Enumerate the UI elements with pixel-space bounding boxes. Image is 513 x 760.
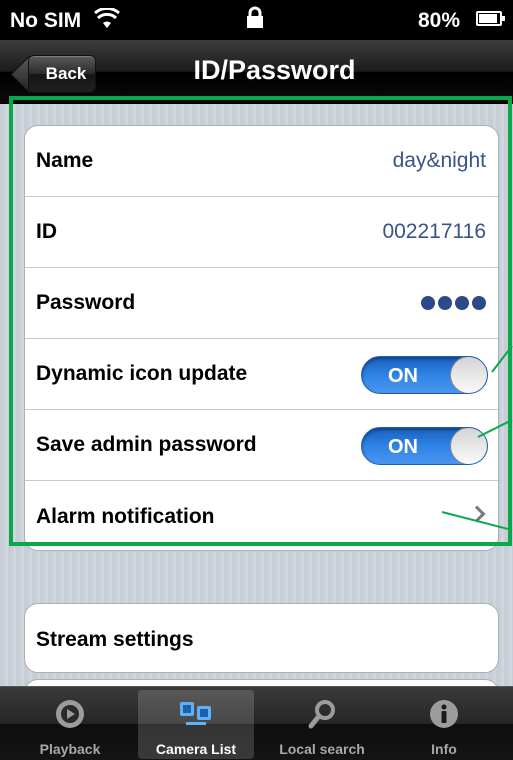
chevron-right-icon [468,505,486,523]
battery-percent: 80% [418,9,461,32]
toggle-knob [450,357,487,393]
tab-bar: Playback Camera List Local search Info [0,686,513,760]
dynamic-icon-toggle[interactable]: ON [361,356,488,394]
carrier-label: No SIM [10,9,82,32]
alarm-notification-row[interactable]: Alarm notification [25,481,498,550]
name-row[interactable]: Name day&night [25,126,498,197]
tab-info-label: Info [431,741,457,757]
navigation-bar: Back ID/Password [0,40,513,104]
name-label: Name [36,149,94,172]
password-masked-value[interactable] [421,296,486,310]
battery-icon [476,11,505,26]
name-value[interactable]: day&night [393,149,486,173]
save-admin-row: Save admin password ON [25,410,498,481]
tab-playback-label: Playback [39,741,101,757]
toggle-on-text: ON [388,436,418,458]
password-label: Password [36,291,136,314]
save-admin-toggle[interactable]: ON [361,427,488,465]
alarm-notification-label: Alarm notification [36,504,215,528]
back-button-label: Back [45,64,87,83]
camera-list-icon [138,698,254,730]
dynamic-icon-row: Dynamic icon update ON [25,339,498,410]
toggle-knob [450,428,487,464]
info-icon [386,698,502,730]
wifi-icon [94,6,120,35]
stream-settings-group: Stream settings [24,603,499,673]
camera-settings-group: Name day&night ID 002217116 Password Dyn… [24,125,499,551]
next-settings-group [24,679,499,686]
playback-icon [12,698,128,730]
save-admin-label: Save admin password [36,433,257,456]
tab-camera-list-label: Camera List [155,741,237,757]
toggle-on-text: ON [388,365,418,387]
tab-playback[interactable]: Playback [12,690,128,759]
id-label: ID [36,220,57,243]
password-row[interactable]: Password [25,268,498,339]
dynamic-icon-label: Dynamic icon update [36,362,248,385]
lock-icon [245,6,265,35]
settings-content[interactable]: Name day&night ID 002217116 Password Dyn… [0,104,513,686]
stream-settings-row[interactable]: Stream settings [25,604,498,672]
page-title: ID/Password [193,55,356,85]
id-row[interactable]: ID 002217116 [25,197,498,268]
tab-info[interactable]: Info [386,690,502,759]
tab-local-search[interactable]: Local search [264,690,380,759]
tab-camera-list[interactable]: Camera List [138,690,254,759]
stream-settings-label: Stream settings [36,627,194,651]
tab-local-search-label: Local search [279,741,365,757]
id-value[interactable]: 002217116 [382,220,486,244]
search-icon [264,698,380,730]
status-bar: No SIM 80% [0,0,513,40]
back-button[interactable]: Back [28,55,96,93]
